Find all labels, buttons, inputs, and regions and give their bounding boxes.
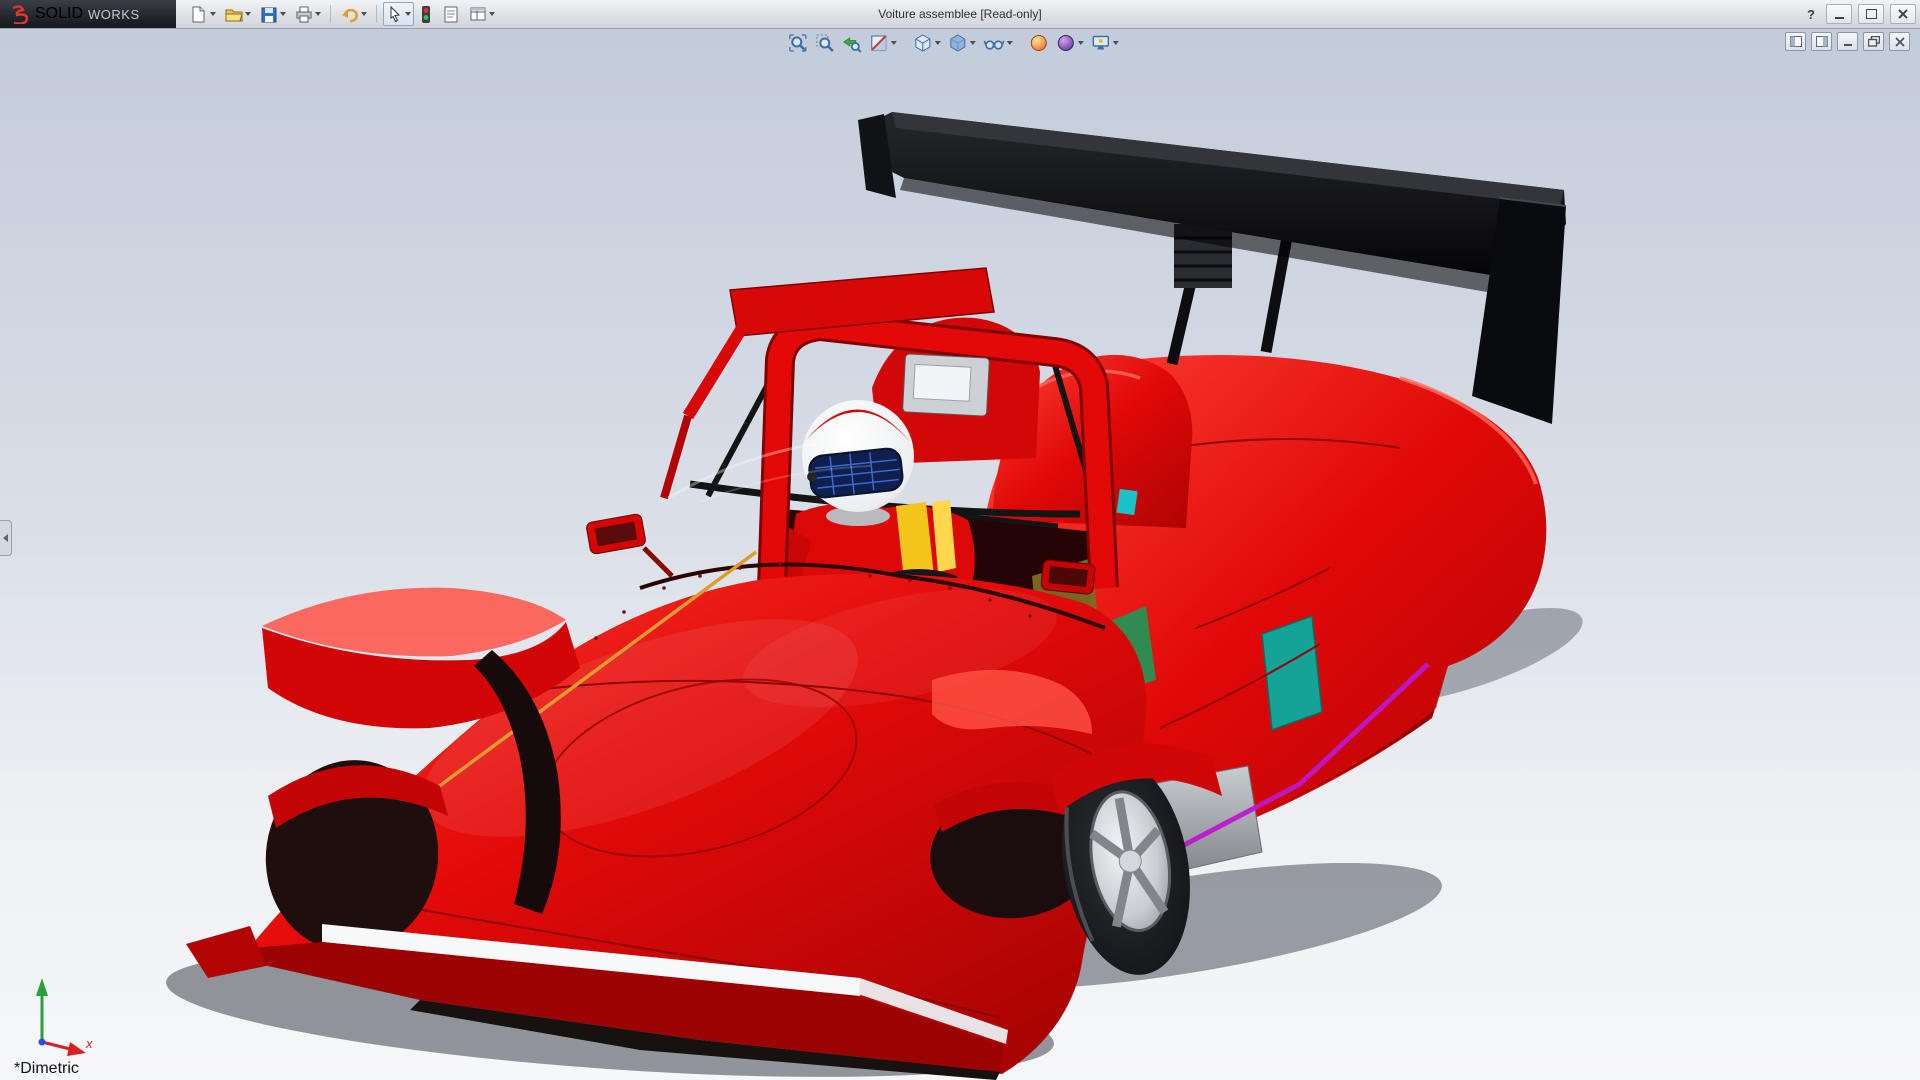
dropdown-caret-icon[interactable] [891, 41, 897, 45]
open-document-button[interactable] [221, 2, 254, 26]
x-axis-arrow [67, 1042, 86, 1056]
display-style-icon [948, 33, 968, 53]
window-controls: ? [1802, 0, 1916, 28]
brand-bold: SOLID [35, 5, 83, 23]
show-feature-pane-button[interactable] [1785, 32, 1806, 51]
minimize-doc-icon [1843, 37, 1853, 47]
undo-button[interactable] [337, 2, 370, 26]
save-button[interactable] [256, 2, 289, 26]
display-style-button[interactable] [946, 32, 978, 54]
solidworks-logo: SOLID WORKS [0, 0, 176, 28]
dropdown-caret-icon[interactable] [1113, 41, 1119, 45]
close-document-button[interactable] [1889, 32, 1910, 51]
feature-tree-collapsed-tab[interactable] [0, 520, 12, 556]
x-axis-label: x [85, 1036, 93, 1051]
dropdown-caret-icon[interactable] [210, 12, 216, 16]
dropdown-caret-icon[interactable] [489, 12, 495, 16]
dropdown-caret-icon[interactable] [361, 12, 367, 16]
dropdown-caret-icon[interactable] [1007, 41, 1013, 45]
restore-document-button[interactable] [1863, 32, 1884, 51]
cockpit-accent-cyan [1116, 489, 1137, 515]
dropdown-caret-icon[interactable] [280, 12, 286, 16]
view-settings-button[interactable] [1089, 32, 1121, 54]
zoom-to-area-button[interactable] [813, 32, 837, 54]
view-settings-monitor-icon [1091, 33, 1111, 53]
close-window-button[interactable] [1890, 4, 1916, 24]
main-toolbar [186, 2, 498, 26]
ds-swirl-icon [8, 4, 30, 24]
new-document-button[interactable] [186, 2, 219, 26]
race-car-model[interactable] [0, 28, 1920, 1080]
apply-scene-sphere-icon [1056, 33, 1076, 53]
zoom-to-area-icon [815, 33, 835, 53]
dropdown-caret-icon[interactable] [405, 12, 411, 16]
center-mirror [903, 354, 990, 416]
a-pillar [688, 328, 742, 416]
previous-view-icon [842, 33, 862, 53]
brand-light: WORKS [88, 7, 140, 22]
show-task-pane-button[interactable] [1811, 32, 1832, 51]
edit-appearance-sphere-icon [1029, 33, 1049, 53]
undo-icon [340, 5, 359, 24]
new-document-icon [189, 5, 208, 24]
hide-show-items-button[interactable] [981, 32, 1015, 54]
rebuild-traffic-light-icon [419, 5, 433, 24]
right-pane-icon [1816, 36, 1828, 47]
view-orientation-label: *Dimetric [14, 1060, 79, 1078]
window-title: Voiture assemblee [Read-only] [878, 7, 1041, 21]
y-axis-arrow [36, 978, 48, 996]
view-orientation-cube-icon [913, 33, 933, 53]
dropdown-caret-icon[interactable] [245, 12, 251, 16]
print-button[interactable] [291, 2, 324, 26]
hide-show-glasses-icon [983, 33, 1005, 53]
section-view-icon [869, 33, 889, 53]
left-pane-icon [1790, 36, 1802, 47]
reference-triad: x [12, 958, 102, 1058]
toolbar-separator [376, 5, 377, 23]
select-button[interactable] [383, 2, 414, 26]
restore-doc-icon [1868, 36, 1880, 47]
section-view-button[interactable] [867, 32, 899, 54]
maximize-icon [1866, 9, 1877, 19]
print-icon [294, 5, 313, 24]
open-folder-icon [224, 5, 243, 24]
maximize-window-button[interactable] [1858, 4, 1884, 24]
zoom-to-fit-icon [788, 33, 808, 53]
dropdown-caret-icon[interactable] [970, 41, 976, 45]
dropdown-caret-icon[interactable] [315, 12, 321, 16]
dropdown-caret-icon[interactable] [1078, 41, 1084, 45]
options-button[interactable] [465, 2, 498, 26]
apply-scene-button[interactable] [1054, 32, 1086, 54]
save-floppy-icon [259, 5, 278, 24]
rebuild-button[interactable] [416, 2, 436, 26]
dropdown-caret-icon[interactable] [935, 41, 941, 45]
solidworks-window: SOLID WORKS [0, 0, 1920, 1080]
close-icon [1898, 9, 1908, 19]
zoom-to-fit-button[interactable] [786, 32, 810, 54]
minimize-icon [1835, 17, 1844, 19]
z-axis-dot [39, 1039, 46, 1046]
previous-view-button[interactable] [840, 32, 864, 54]
collapse-arrow-icon [3, 534, 8, 542]
edit-appearance-button[interactable] [1027, 32, 1051, 54]
minimize-document-button[interactable] [1837, 32, 1858, 51]
minimize-window-button[interactable] [1826, 4, 1852, 24]
options-grid-icon [468, 5, 487, 24]
view-orientation-button[interactable] [911, 32, 943, 54]
file-properties-button[interactable] [438, 2, 463, 26]
help-button[interactable]: ? [1802, 7, 1820, 22]
close-doc-icon [1895, 37, 1905, 47]
file-properties-icon [441, 5, 460, 24]
heads-up-toolbar [786, 32, 1121, 54]
title-bar: SOLID WORKS [0, 0, 1920, 29]
toolbar-separator [330, 5, 331, 23]
graphics-viewport[interactable]: x *Dimetric [0, 28, 1920, 1080]
select-cursor-icon [386, 5, 403, 24]
helmet-visor [805, 447, 904, 499]
document-controls [1785, 32, 1910, 51]
